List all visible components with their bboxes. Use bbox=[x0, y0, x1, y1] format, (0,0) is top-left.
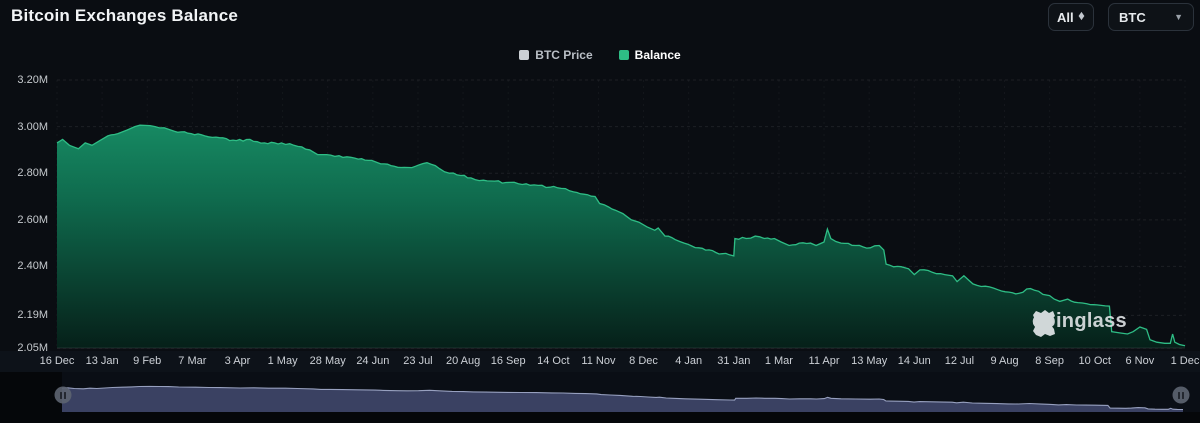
navigator-handle-left[interactable] bbox=[55, 387, 72, 404]
range-navigator[interactable] bbox=[0, 0, 1200, 423]
coinglass-chart-panel: Bitcoin Exchanges Balance All ▲▼ BTC ▼ B… bbox=[0, 0, 1200, 423]
footer-band bbox=[0, 412, 1200, 423]
navigator-handle-right[interactable] bbox=[1173, 387, 1190, 404]
range-navigator-region bbox=[0, 0, 1200, 423]
navigator-unselected-mask bbox=[0, 372, 62, 412]
